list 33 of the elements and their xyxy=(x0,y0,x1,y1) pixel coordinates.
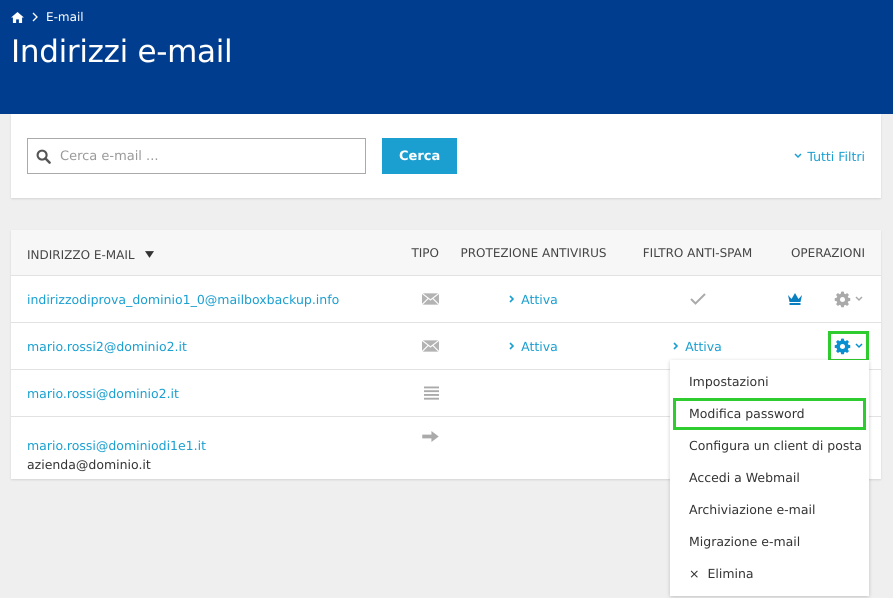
search-icon xyxy=(36,149,51,164)
menu-item[interactable]: × Elimina xyxy=(673,558,866,590)
menu-item[interactable]: Accedi a Webmail xyxy=(673,462,866,494)
column-header: TIPO xyxy=(411,246,439,260)
sort-icon[interactable] xyxy=(144,251,154,258)
alias-text: azienda@dominio.it xyxy=(27,456,151,472)
gear-icon xyxy=(834,290,851,308)
gear-icon xyxy=(834,338,851,354)
chevron-down-icon xyxy=(855,343,863,349)
menu-item[interactable]: Archiviazione e-mail xyxy=(673,494,866,526)
home-icon[interactable] xyxy=(11,12,24,22)
column-header[interactable]: INDIRIZZO E-MAIL xyxy=(27,248,135,262)
arrow-right-icon xyxy=(422,431,439,442)
check-icon xyxy=(690,293,706,305)
page-title: Indirizzi e-mail xyxy=(11,34,234,70)
envelope-icon xyxy=(422,340,439,352)
chevron-right-icon xyxy=(673,342,678,350)
menu-item[interactable]: Migrazione e-mail xyxy=(673,526,866,558)
list-icon xyxy=(424,386,439,400)
breadcrumb-item[interactable]: E-mail xyxy=(46,10,84,24)
chevron-right-icon xyxy=(509,342,514,350)
column-header: OPERAZIONI xyxy=(790,246,865,260)
chevron-icon xyxy=(32,12,38,22)
menu-item[interactable]: Impostazioni xyxy=(673,366,866,398)
column-header: PROTEZIONE ANTIVIRUS xyxy=(460,246,607,260)
envelope-icon xyxy=(422,293,439,305)
chevron-right-icon xyxy=(509,295,514,303)
chevron-down-icon xyxy=(855,296,863,302)
menu-item[interactable]: Configura un client di posta xyxy=(673,430,866,462)
chevron-down-icon xyxy=(794,153,802,159)
menu-item[interactable]: Modifica password xyxy=(673,398,866,430)
column-header: FILTRO ANTI-SPAM xyxy=(642,246,752,260)
search-field[interactable]: Cerca e-mail ... xyxy=(27,138,366,174)
